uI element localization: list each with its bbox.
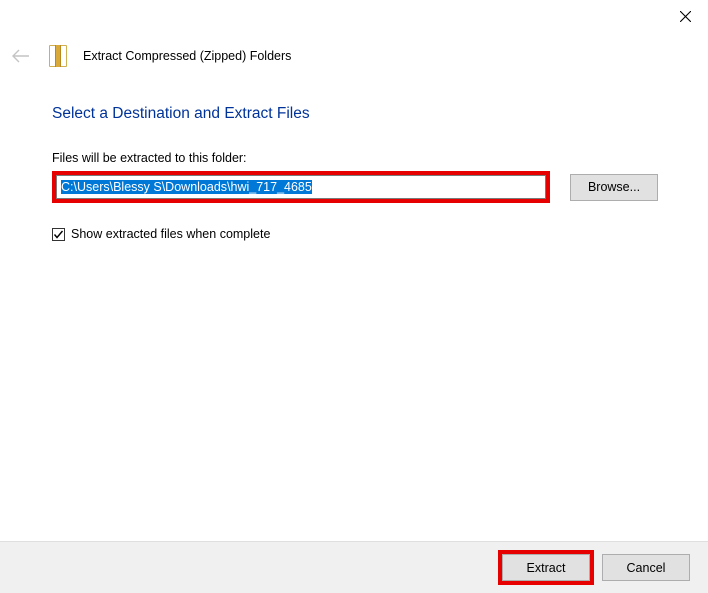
wizard-header: Extract Compressed (Zipped) Folders xyxy=(9,44,692,68)
back-arrow-icon xyxy=(11,48,31,64)
titlebar xyxy=(0,0,708,32)
back-button[interactable] xyxy=(9,44,33,68)
destination-path-input[interactable] xyxy=(56,175,546,199)
wizard-footer: Extract Cancel xyxy=(0,541,708,593)
wizard-body: Select a Destination and Extract Files F… xyxy=(52,105,668,241)
browse-button[interactable]: Browse... xyxy=(570,174,658,201)
extract-button[interactable]: Extract xyxy=(502,554,590,581)
page-heading: Select a Destination and Extract Files xyxy=(52,105,668,123)
window-title: Extract Compressed (Zipped) Folders xyxy=(83,49,291,63)
show-files-label: Show extracted files when complete xyxy=(71,227,270,241)
cancel-button[interactable]: Cancel xyxy=(602,554,690,581)
show-files-checkbox[interactable] xyxy=(52,228,65,241)
close-icon xyxy=(680,11,691,22)
zip-folder-icon xyxy=(49,45,67,67)
destination-label: Files will be extracted to this folder: xyxy=(52,151,668,165)
close-button[interactable] xyxy=(662,0,708,32)
extract-button-highlight: Extract xyxy=(498,550,594,585)
path-input-highlight xyxy=(52,171,550,203)
checkmark-icon xyxy=(53,229,64,240)
